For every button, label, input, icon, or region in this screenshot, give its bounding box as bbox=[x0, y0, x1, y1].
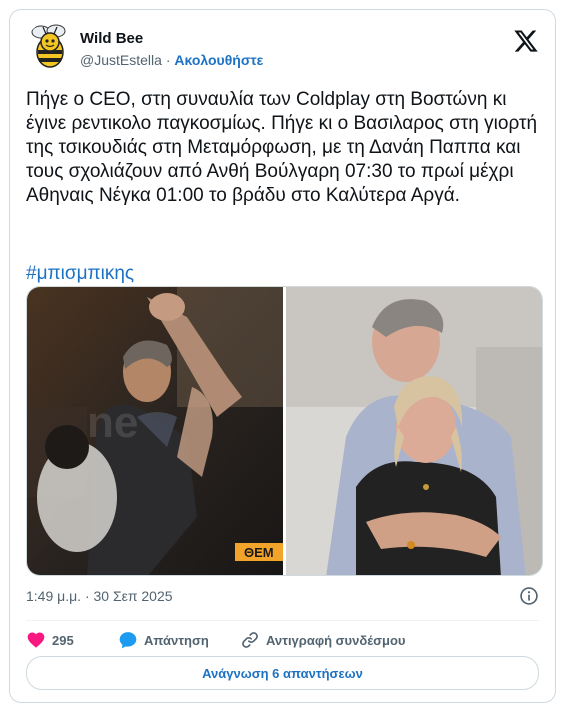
divider bbox=[26, 620, 539, 621]
tweet-media[interactable]: ne ΘΕΜ bbox=[26, 286, 543, 576]
copy-link-button[interactable]: Αντιγραφή συνδέσμου bbox=[240, 628, 405, 652]
x-logo-icon[interactable] bbox=[513, 28, 539, 54]
info-icon[interactable] bbox=[519, 586, 539, 606]
tweet-text: Πήγε ο CEO, στη συναυλία των Coldplay στ… bbox=[26, 89, 538, 206]
heart-icon bbox=[27, 632, 45, 648]
like-button[interactable]: 295 bbox=[26, 628, 74, 652]
reply-button[interactable]: Απάντηση bbox=[118, 628, 209, 652]
reply-bubble-icon bbox=[119, 632, 137, 649]
tweet-header: Wild Bee @JustEstella · Ακολουθήστε bbox=[26, 22, 539, 74]
separator-dot: · bbox=[165, 52, 171, 68]
author-handle[interactable]: @JustEstella bbox=[80, 52, 162, 68]
media-watermark: ΘΕΜ bbox=[244, 545, 274, 560]
follow-button[interactable]: Ακολουθήστε bbox=[174, 52, 263, 68]
link-icon bbox=[242, 632, 258, 648]
tweet-card: Wild Bee @JustEstella · Ακολουθήστε Πήγε… bbox=[9, 9, 556, 703]
media-photo-left[interactable]: ne ΘΕΜ bbox=[27, 287, 283, 576]
hashtag-link[interactable]: #μπισμπικης bbox=[26, 263, 134, 285]
tweet-actions: 295 Απάντηση Αντιγραφή συνδέσμου bbox=[26, 628, 539, 652]
author-name[interactable]: Wild Bee bbox=[80, 30, 143, 47]
bee-avatar-icon bbox=[26, 22, 74, 70]
avatar[interactable] bbox=[26, 22, 74, 70]
tweet-timestamp[interactable]: 1:49 μ.μ. · 30 Σεπ 2025 bbox=[26, 588, 173, 604]
read-replies-button[interactable]: Ανάγνωση 6 απαντήσεων bbox=[26, 656, 539, 690]
copy-link-label: Αντιγραφή συνδέσμου bbox=[266, 632, 406, 648]
svg-text:ne: ne bbox=[87, 398, 138, 447]
reply-label: Απάντηση bbox=[144, 632, 209, 648]
media-photo-right[interactable] bbox=[286, 287, 543, 576]
author-handle-line: @JustEstella · Ακολουθήστε bbox=[80, 52, 263, 68]
like-count: 295 bbox=[52, 632, 74, 648]
